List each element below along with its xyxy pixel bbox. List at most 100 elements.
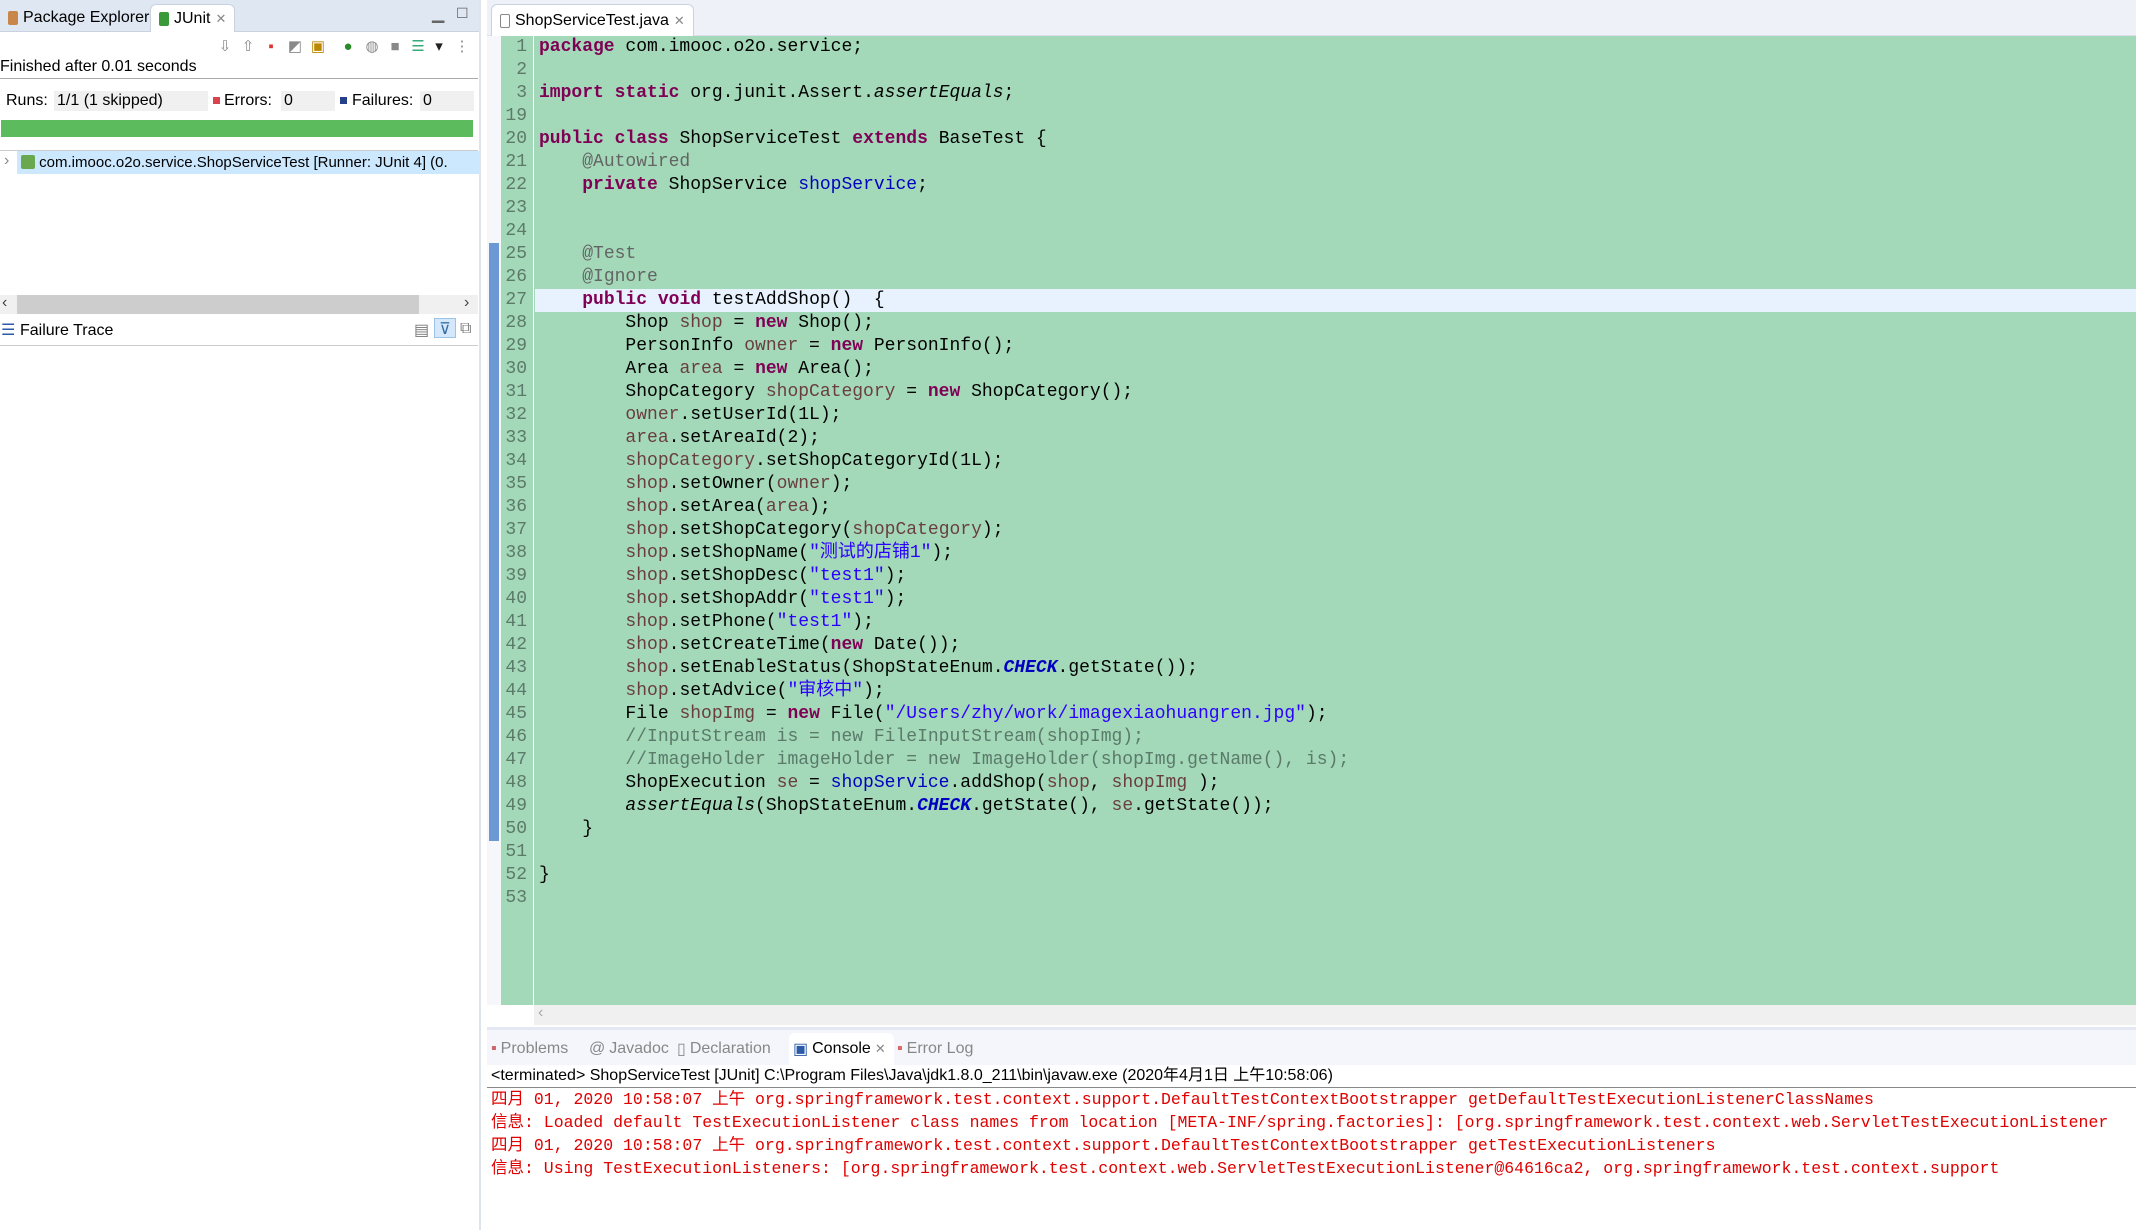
view-menu-icon[interactable]: ▾ [430,38,448,56]
copy-trace-icon[interactable]: ⧉ [460,320,471,338]
tab-junit[interactable]: JUnit ✕ [150,4,236,32]
code-line[interactable]: public void testAddShop() { [535,289,2136,312]
code-line[interactable]: } [535,864,2136,887]
close-icon[interactable]: ✕ [674,13,685,29]
code-token-sfi: CHECK [917,796,972,816]
code-area[interactable]: 1 2 3 19 20 21 22 23 24 25 26 27 28 29 30 31 32 33 34 35 36 3… [487,36,2136,1005]
code-line[interactable]: assertEquals(ShopStateEnum.CHECK.getStat… [535,795,2136,818]
code-line[interactable]: shop.setShopName("测试的店铺1"); [535,542,2136,565]
console-view: ▪ Problems @ Javadoc ▯ Declaration ▣ Console… [487,1027,2136,1230]
code-line[interactable]: shop.setShopDesc("test1"); [535,565,2136,588]
code-line[interactable]: public class ShopServiceTest extends Bas… [535,128,2136,151]
minimize-icon[interactable]: ▁ [432,4,444,24]
code-token-kw: public [539,129,604,149]
tab-declaration[interactable]: ▯ Declaration [677,1035,771,1063]
filter-stack-icon[interactable]: ⊽ [434,318,456,338]
line-number: 44 [505,681,527,701]
line-number: 22 [505,175,527,195]
test-run-history-icon[interactable]: ☰ [409,38,427,56]
code-line[interactable]: shopCategory.setShopCategoryId(1L); [535,450,2136,473]
code-line[interactable]: PersonInfo owner = new PersonInfo(); [535,335,2136,358]
code-line[interactable]: //ImageHolder imageHolder = new ImageHol… [535,749,2136,772]
code-line[interactable] [535,220,2136,243]
code-line[interactable]: shop.setCreateTime(new Date()); [535,634,2136,657]
stop-icon[interactable]: ■ [386,38,404,56]
code-token-plain: .setArea( [668,497,766,517]
code-line[interactable] [535,105,2136,128]
code-line[interactable]: Shop shop = new Shop(); [535,312,2136,335]
code-token-kw: new [830,336,864,356]
junit-icon [159,11,169,26]
code-line[interactable]: shop.setAdvice("审核中"); [535,680,2136,703]
code-token-plain: .setShopCategoryId(1L); [755,451,1004,471]
rerun-test-icon[interactable]: ● [339,38,357,56]
code-line[interactable] [535,197,2136,220]
scroll-right-icon[interactable]: › [464,294,469,312]
code-token-plain: .setShopAddr( [668,589,810,609]
test-tree-item[interactable]: com.imooc.o2o.service.ShopServiceTest [R… [17,151,479,174]
code-line[interactable]: ShopCategory shopCategory = new ShopCate… [535,381,2136,404]
close-icon[interactable]: ✕ [875,1041,886,1057]
code-line[interactable] [535,887,2136,910]
tab-console[interactable]: ▣ Console ✕ [789,1033,894,1065]
horizontal-scrollbar[interactable]: ‹ › [0,294,478,314]
code-line[interactable]: @Ignore [535,266,2136,289]
code-line[interactable]: shop.setPhone("test1"); [535,611,2136,634]
code-token-plain: File [539,704,680,724]
show-failures-only-icon[interactable]: ▪ [262,38,280,56]
code-line[interactable]: //InputStream is = new FileInputStream(s… [535,726,2136,749]
code-line[interactable]: shop.setArea(area); [535,496,2136,519]
expand-chevron-icon[interactable]: › [4,152,9,170]
code-line[interactable]: shop.setShopAddr("test1"); [535,588,2136,611]
code-line[interactable]: } [535,818,2136,841]
tab-javadoc[interactable]: @ Javadoc [589,1035,669,1063]
code-token-loc: owner [625,405,680,425]
tab-package-explorer[interactable]: Package Explorer [0,4,157,32]
code-line[interactable]: @Autowired [535,151,2136,174]
code-token-plain: org.junit.Assert. [679,83,874,103]
code-token-plain: .setOwner( [668,474,777,494]
previous-failure-icon[interactable]: ⇧ [239,38,257,56]
line-number: 23 [505,198,527,218]
scroll-lock-icon[interactable]: ▣ [309,38,327,56]
code-line[interactable]: ShopExecution se = shopService.addShop(s… [535,772,2136,795]
code-token-kw: import [539,83,604,103]
editor-horizontal-scrollbar[interactable]: ‹ [534,1004,2136,1025]
code-line[interactable]: area.setAreaId(2); [535,427,2136,450]
more-options-icon[interactable]: ⋮ [453,38,471,56]
code-line[interactable]: owner.setUserId(1L); [535,404,2136,427]
rerun-failed-first-icon[interactable]: ◍ [363,38,381,56]
tab-problems[interactable]: ▪ Problems [491,1035,568,1063]
code-token-plain: ); [863,681,885,701]
tab-error-log[interactable]: ▪ Error Log [897,1035,973,1063]
show-skipped-icon[interactable]: ◩ [286,38,304,56]
scrollbar-thumb[interactable] [17,295,419,314]
error-icon [213,97,220,104]
tab-shopservicetest-java[interactable]: ShopServiceTest.java ✕ [491,4,694,36]
tab-label: ShopServiceTest.java [515,11,669,29]
code-line[interactable]: private ShopService shopService; [535,174,2136,197]
code-line[interactable] [535,59,2136,82]
code-line[interactable]: Area area = new Area(); [535,358,2136,381]
compare-result-icon[interactable]: ▤ [414,320,429,340]
code-line[interactable]: package com.imooc.o2o.service; [535,36,2136,59]
close-icon[interactable]: ✕ [215,11,226,27]
code-line[interactable]: File shopImg = new File("/Users/zhy/work… [535,703,2136,726]
next-failure-icon[interactable]: ⇩ [216,38,234,56]
maximize-icon[interactable]: ☐ [456,5,469,22]
package-icon [8,11,18,25]
code-line[interactable]: shop.setOwner(owner); [535,473,2136,496]
code-token-plain: Date()); [863,635,961,655]
code-token-plain: .setAdvice( [668,681,788,701]
code-line[interactable]: shop.setEnableStatus(ShopStateEnum.CHECK… [535,657,2136,680]
scroll-left-icon[interactable]: ‹ [2,294,7,312]
code-line[interactable]: import static org.junit.Assert.assertEqu… [535,82,2136,105]
code-line[interactable]: shop.setShopCategory(shopCategory); [535,519,2136,542]
code-line[interactable] [535,841,2136,864]
code-token-loc: se [1111,796,1134,816]
code-line[interactable]: @Test [535,243,2136,266]
scroll-left-icon[interactable]: ‹ [538,1004,543,1022]
tab-label: Console [812,1040,871,1057]
